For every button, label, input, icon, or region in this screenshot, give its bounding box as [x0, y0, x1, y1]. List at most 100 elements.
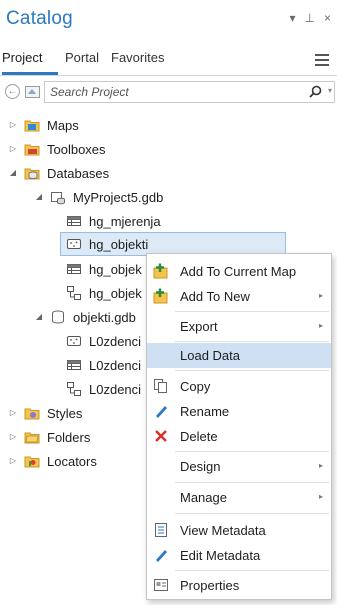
rename-pencil-icon [156, 406, 167, 418]
database-icon [52, 310, 64, 324]
tree-item-objekti-gdb[interactable]: ◢ objekti.gdb [34, 305, 136, 329]
tree-item-databases[interactable]: ◢ Databases [8, 161, 109, 185]
properties-icon [154, 579, 168, 591]
collapsed-triangle-icon[interactable]: ▷ [8, 408, 18, 418]
tree-item-styles[interactable]: ▷ Styles [8, 401, 82, 425]
tree-item-folders[interactable]: ▷ Folders [8, 425, 90, 449]
menu-separator [175, 570, 329, 571]
menu-hamburger-icon[interactable] [315, 54, 329, 66]
tree-item-l0zdenci-points[interactable]: L0zdenci [66, 329, 141, 353]
submenu-arrow-icon: ▸ [318, 321, 323, 330]
tree-item-maps[interactable]: ▷ Maps [8, 113, 79, 137]
menu-item-properties[interactable]: Properties [147, 573, 331, 598]
tab-project[interactable]: Project [2, 50, 42, 65]
expanded-triangle-icon[interactable]: ◢ [34, 312, 44, 322]
menu-separator [175, 451, 329, 452]
menu-item-load-data[interactable]: Load Data [147, 343, 331, 368]
tree-item-toolboxes[interactable]: ▷ Toolboxes [8, 137, 106, 161]
back-arrow-icon[interactable]: ← [5, 84, 20, 99]
catalog-tabs: Project Portal Favorites [0, 46, 337, 76]
search-row: ← ▾ [0, 80, 337, 106]
tree-label: L0zdenci [89, 381, 142, 397]
search-icon[interactable] [309, 85, 322, 98]
tree-label: hg_objek [89, 261, 142, 277]
collapsed-triangle-icon[interactable]: ▷ [8, 456, 18, 466]
styles-folder-icon [24, 408, 40, 420]
tree-item-myproject5-gdb[interactable]: ◢ MyProject5.gdb [34, 185, 163, 209]
active-tab-underline [2, 72, 58, 75]
pane-title: Catalog [6, 8, 73, 29]
search-dropdown-chevron-icon[interactable]: ▾ [328, 86, 332, 95]
menu-item-design[interactable]: Design ▸ [147, 454, 331, 479]
point-feature-class-icon [67, 336, 81, 346]
pane-title-bar: Catalog ▾ ⊥ × [0, 0, 337, 42]
menu-item-edit-metadata[interactable]: Edit Metadata [147, 543, 331, 568]
tree-label: MyProject5.gdb [73, 189, 164, 205]
geodatabase-icon [51, 192, 65, 205]
table-icon [67, 360, 81, 370]
menu-item-add-to-new[interactable]: Add To New ▸ [147, 284, 331, 309]
tab-favorites[interactable]: Favorites [111, 50, 164, 65]
tree-label: Locators [47, 453, 97, 469]
menu-item-add-to-current-map[interactable]: Add To Current Map [147, 259, 331, 284]
tree-label: L0zdenci [89, 333, 142, 349]
tree-label: Toolboxes [47, 141, 106, 157]
menu-separator [175, 513, 329, 514]
collapsed-triangle-icon[interactable]: ▷ [8, 432, 18, 442]
menu-separator [175, 482, 329, 483]
databases-folder-icon [24, 168, 40, 180]
toolbox-folder-icon [24, 144, 40, 156]
tree-item-hg-mjerenja[interactable]: hg_mjerenja [66, 209, 161, 233]
point-feature-class-icon [67, 239, 81, 249]
add-data-icon [153, 288, 168, 304]
expanded-triangle-icon[interactable]: ◢ [34, 192, 44, 202]
pane-controls: ▾ ⊥ × [290, 11, 332, 25]
menu-item-copy[interactable]: Copy [147, 374, 331, 399]
copy-icon [154, 379, 167, 393]
menu-item-rename[interactable]: Rename [147, 399, 331, 424]
locators-icon [24, 456, 40, 468]
tree-label: Maps [47, 117, 79, 133]
pane-options-chevron-icon[interactable]: ▾ [290, 11, 296, 25]
menu-item-manage[interactable]: Manage ▸ [147, 485, 331, 510]
metadata-icon [155, 523, 167, 537]
close-icon[interactable]: × [324, 11, 331, 25]
collapsed-triangle-icon[interactable]: ▷ [8, 144, 18, 154]
collapsed-triangle-icon[interactable]: ▷ [8, 120, 18, 130]
tree-item-hg-objek-relationship[interactable]: hg_objek [66, 281, 142, 305]
add-data-icon [153, 263, 168, 279]
search-box: ▾ [44, 81, 335, 103]
tree-label: Styles [47, 405, 83, 421]
submenu-arrow-icon: ▸ [318, 461, 323, 470]
context-menu: Add To Current Map Add To New ▸ Export ▸… [146, 253, 332, 600]
tree-item-l0zdenci-table[interactable]: L0zdenci [66, 353, 141, 377]
tree-label: Folders [47, 429, 91, 445]
folders-icon [24, 432, 40, 444]
project-root-icon[interactable] [24, 83, 41, 100]
maps-folder-icon [24, 120, 40, 132]
catalog-pane: Catalog ▾ ⊥ × Project Portal Favorites ←… [0, 0, 337, 605]
expanded-triangle-icon[interactable]: ◢ [8, 168, 18, 178]
tree-label: Databases [47, 165, 110, 181]
search-input[interactable] [45, 82, 295, 102]
table-icon [67, 216, 81, 226]
edit-metadata-pencil-icon [156, 550, 167, 562]
submenu-arrow-icon: ▸ [318, 492, 323, 501]
tree-item-l0zdenci-relationship[interactable]: L0zdenci [66, 377, 141, 401]
relationship-class-icon [67, 382, 81, 396]
auto-hide-pin-icon[interactable]: ⊥ [305, 11, 315, 25]
menu-separator [175, 311, 329, 312]
menu-item-export[interactable]: Export ▸ [147, 314, 331, 339]
tree-label: L0zdenci [89, 357, 142, 373]
menu-item-view-metadata[interactable]: View Metadata [147, 518, 331, 543]
menu-separator [175, 341, 329, 342]
submenu-arrow-icon: ▸ [318, 291, 323, 300]
tree-item-hg-objek-table[interactable]: hg_objek [66, 257, 142, 281]
menu-item-delete[interactable]: Delete [147, 424, 331, 449]
tree-label: hg_mjerenja [89, 213, 161, 229]
table-icon [67, 264, 81, 274]
tab-portal[interactable]: Portal [65, 50, 99, 65]
tree-label: hg_objekti [89, 236, 149, 252]
relationship-class-icon [67, 286, 81, 300]
tree-item-locators[interactable]: ▷ Locators [8, 449, 97, 473]
